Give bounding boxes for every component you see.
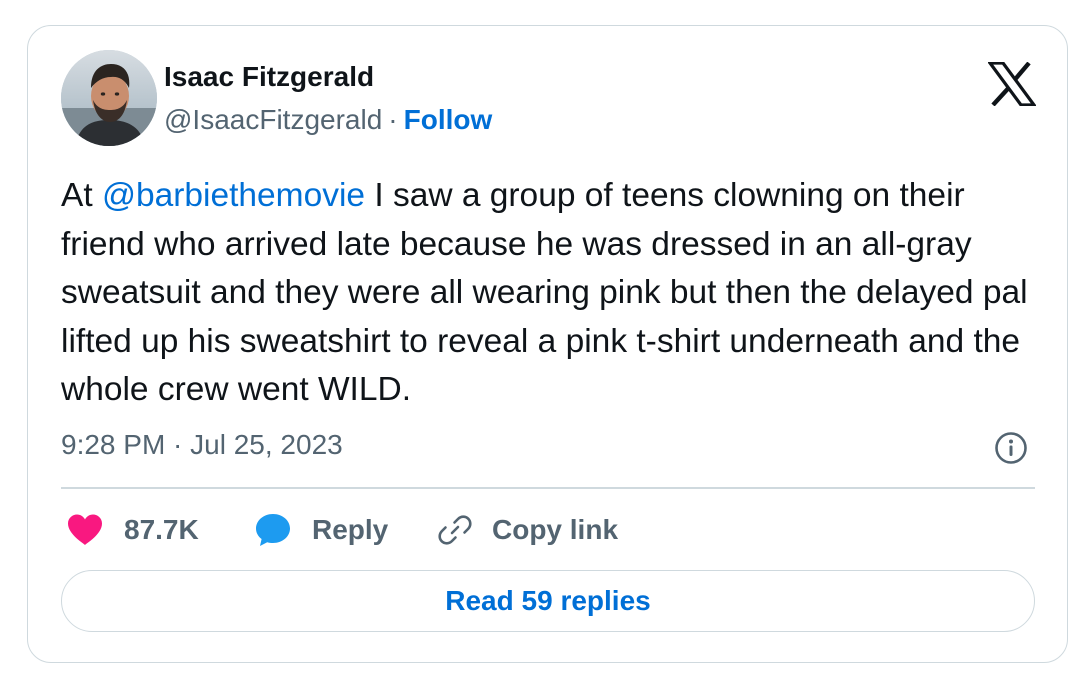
divider	[61, 487, 1035, 489]
tweet-embed-card: Isaac Fitzgerald @IsaacFitzgerald · Follow…	[27, 25, 1068, 663]
speech-bubble-icon	[256, 514, 290, 546]
x-logo-icon[interactable]	[986, 61, 1038, 107]
read-replies-button[interactable]: Read 59 replies	[61, 570, 1035, 632]
read-replies-label: Read 59 replies	[445, 585, 651, 616]
reply-button[interactable]: Reply	[254, 510, 388, 550]
copy-link-label: Copy link	[492, 514, 619, 545]
like-count: 87.7K	[124, 514, 199, 545]
copy-link-button[interactable]: Copy link	[438, 510, 618, 550]
author-handle[interactable]: @IsaacFitzgerald	[164, 104, 382, 135]
info-icon[interactable]	[994, 431, 1028, 465]
author-name[interactable]: Isaac Fitzgerald	[164, 61, 374, 93]
tweet-text-start: At	[61, 177, 102, 214]
author-handle-row: @IsaacFitzgerald · Follow	[164, 104, 492, 136]
like-button[interactable]: 87.7K	[66, 510, 199, 550]
tweet-text: At @barbiethemovie I saw a group of teen…	[61, 172, 1051, 415]
reply-label: Reply	[312, 514, 389, 545]
separator-dot: ·	[388, 104, 398, 135]
heart-icon	[68, 514, 102, 545]
avatar[interactable]	[61, 50, 157, 146]
tweet-timestamp[interactable]: 9:28 PM · Jul 25, 2023	[61, 429, 343, 461]
mention-link[interactable]: @barbiethemovie	[102, 177, 365, 214]
link-icon	[438, 515, 472, 545]
follow-link[interactable]: Follow	[404, 104, 493, 135]
